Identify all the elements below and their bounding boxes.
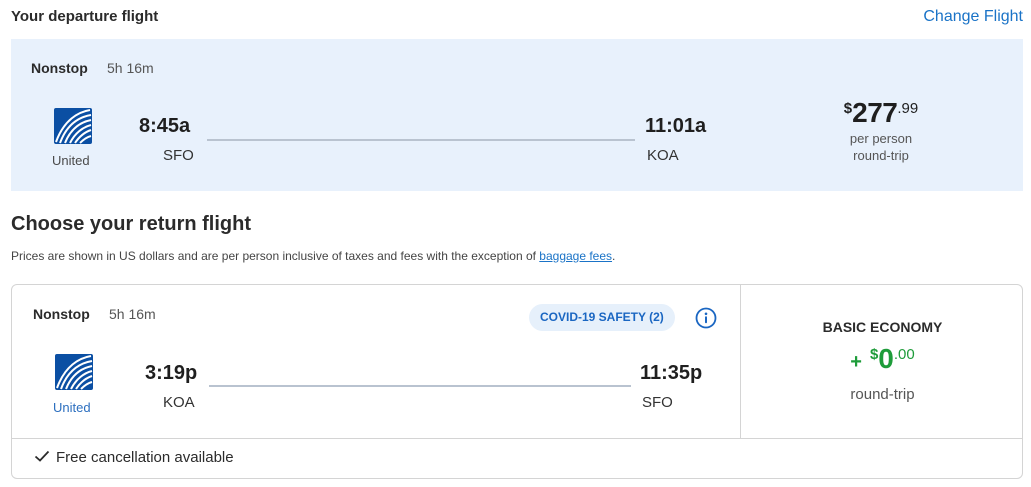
return-origin-code: KOA bbox=[163, 394, 195, 411]
return-flight-card[interactable]: Nonstop 5h 16m COVID-19 SAFETY (2) Unite… bbox=[11, 284, 1023, 479]
departure-stops: Nonstop bbox=[31, 60, 88, 76]
covid-safety-badge[interactable]: COVID-19 SAFETY (2) bbox=[529, 304, 675, 331]
cancellation-text: Free cancellation available bbox=[56, 449, 234, 466]
change-flight-link[interactable]: Change Flight bbox=[923, 8, 1023, 26]
departure-origin-code: SFO bbox=[163, 147, 194, 164]
departure-price: $277.99 bbox=[821, 97, 941, 129]
fare-plus-sign: + bbox=[850, 351, 862, 373]
fare-round-trip: round-trip bbox=[850, 386, 915, 403]
return-duration: 5h 16m bbox=[109, 306, 156, 322]
departure-price-symbol: $ bbox=[843, 100, 853, 117]
fare-price: + $0.00 bbox=[741, 343, 1024, 375]
departure-flight-card: Nonstop 5h 16m United 8:45a SFO 11:01a K… bbox=[11, 39, 1023, 191]
return-route-line bbox=[209, 385, 631, 387]
disclaimer-text: Prices are shown in US dollars and are p… bbox=[11, 249, 540, 263]
fare-price-symbol: $ bbox=[869, 346, 879, 363]
united-logo-icon bbox=[54, 108, 92, 144]
departure-title: Your departure flight bbox=[11, 8, 159, 25]
fare-class-name: BASIC ECONOMY bbox=[822, 319, 943, 335]
return-airline-name: United bbox=[53, 400, 91, 415]
return-arrive-time: 11:35p bbox=[640, 362, 703, 384]
return-destination-code: SFO bbox=[642, 394, 673, 411]
departure-price-whole: 277 bbox=[852, 97, 898, 128]
departure-destination-code: KOA bbox=[647, 147, 679, 164]
disclaimer-end: . bbox=[612, 249, 616, 263]
departure-route-line bbox=[207, 139, 635, 141]
cancellation-row: Free cancellation available bbox=[34, 449, 234, 466]
return-stops: Nonstop bbox=[33, 306, 90, 322]
baggage-fees-link[interactable]: baggage fees bbox=[539, 249, 612, 263]
fare-price-whole: 0 bbox=[878, 343, 894, 374]
departure-price-per-person: per person bbox=[849, 131, 913, 146]
departure-duration: 5h 16m bbox=[107, 60, 154, 76]
departure-arrive-time: 11:01a bbox=[645, 115, 707, 137]
cancellation-divider bbox=[12, 438, 1022, 439]
departure-depart-time: 8:45a bbox=[139, 115, 191, 137]
check-icon bbox=[34, 449, 50, 466]
info-icon[interactable] bbox=[695, 307, 717, 329]
departure-airline-name: United bbox=[52, 153, 90, 168]
united-logo-icon bbox=[55, 354, 93, 390]
price-disclaimer: Prices are shown in US dollars and are p… bbox=[11, 249, 615, 263]
fare-price-cents: .00 bbox=[893, 346, 915, 363]
return-depart-time: 3:19p bbox=[145, 362, 198, 384]
departure-header: Your departure flight Change Flight bbox=[11, 8, 1023, 30]
departure-price-cents: .99 bbox=[897, 100, 919, 117]
departure-price-round-trip: round-trip bbox=[853, 148, 909, 163]
return-section-title: Choose your return flight bbox=[11, 213, 251, 235]
